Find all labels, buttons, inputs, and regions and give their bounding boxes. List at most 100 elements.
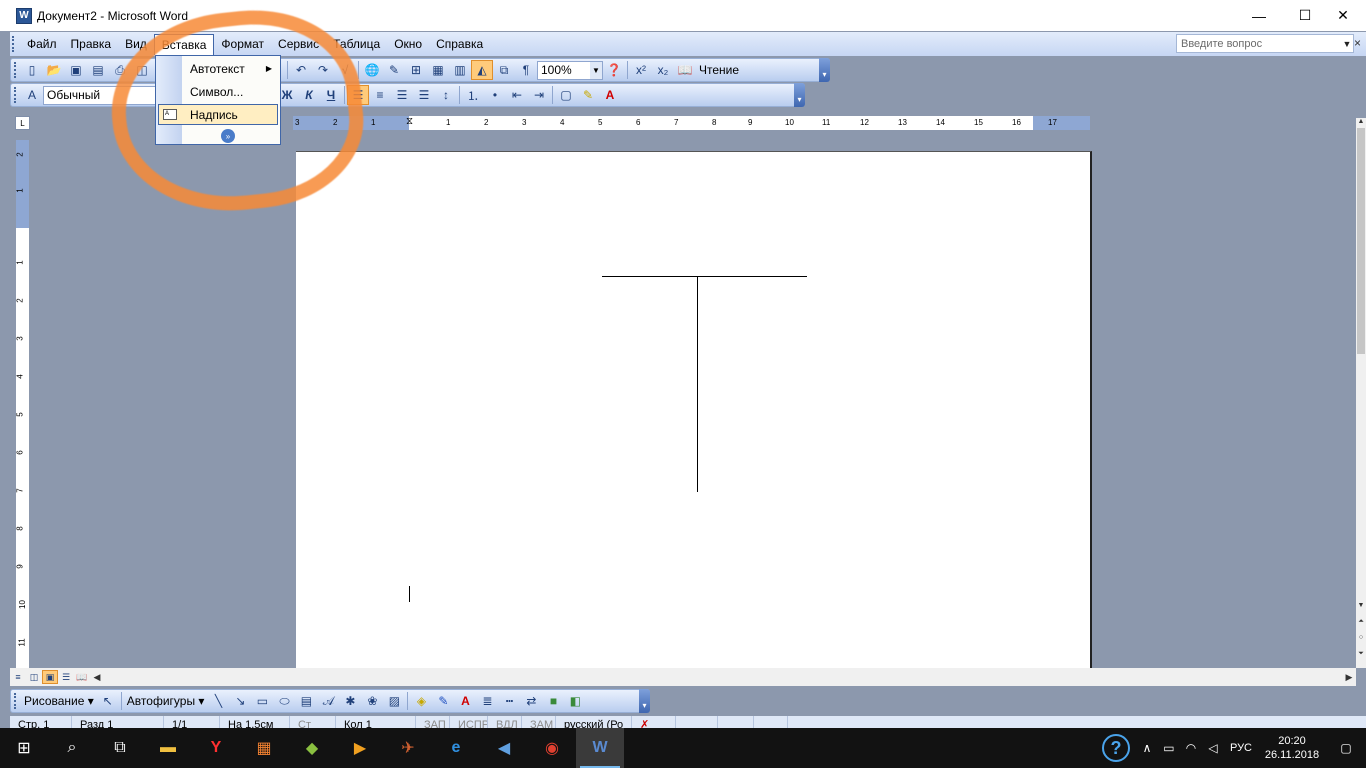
task-view-icon[interactable]: ⧉	[96, 728, 144, 768]
line-spacing-icon[interactable]: ↕	[435, 85, 457, 105]
menu-format[interactable]: Формат	[214, 34, 271, 54]
table-horizontal-line[interactable]	[602, 276, 807, 277]
yandex-browser-icon[interactable]: Y	[192, 728, 240, 768]
menu-view[interactable]: Вид	[118, 34, 154, 54]
columns-icon[interactable]: ▥	[449, 60, 471, 80]
toolbar-grip[interactable]	[12, 36, 16, 52]
toolbar-options-icon[interactable]: ▾	[639, 689, 650, 713]
menu-tools[interactable]: Сервис	[271, 34, 326, 54]
redo-icon[interactable]: ↷	[312, 60, 334, 80]
shadow-icon[interactable]: ■	[542, 691, 564, 711]
drawing-menu-button[interactable]: Рисование ▾	[21, 694, 97, 708]
scroll-down-icon[interactable]: ▼	[1356, 602, 1366, 609]
italic-button[interactable]: К	[298, 85, 320, 105]
game-app-icon[interactable]: ✈	[384, 728, 432, 768]
insert-equation-icon[interactable]: √	[334, 60, 356, 80]
print-layout-icon[interactable]: ▣	[42, 670, 58, 684]
chevron-up-icon[interactable]: ∧	[1136, 741, 1158, 755]
rectangle-icon[interactable]: ▭	[251, 691, 273, 711]
volume-app-icon[interactable]: ◀	[480, 728, 528, 768]
chevron-down-icon[interactable]: ▼	[1341, 35, 1353, 52]
menu-item-autotext[interactable]: Автотекст ▶	[156, 57, 280, 80]
decrease-indent-icon[interactable]: ⇤	[506, 85, 528, 105]
close-button[interactable]: ✕	[1320, 0, 1366, 31]
line-color-icon[interactable]: ✎	[432, 691, 454, 711]
document-map-icon[interactable]: ⧉	[493, 60, 515, 80]
scroll-up-icon[interactable]: ▲	[1356, 118, 1366, 125]
oval-icon[interactable]: ⬭	[273, 691, 295, 711]
previous-page-icon[interactable]: ⏶	[1356, 618, 1366, 626]
insert-table-icon[interactable]: ⊞	[405, 60, 427, 80]
toolbar-options-icon[interactable]: ▾	[819, 58, 830, 82]
insert-picture-icon[interactable]: ▨	[383, 691, 405, 711]
menu-insert[interactable]: Вставка	[153, 33, 215, 55]
align-left-icon[interactable]: ☰	[347, 85, 369, 105]
chevron-down-icon[interactable]: ▼	[590, 61, 602, 79]
next-page-icon[interactable]: ⏷	[1356, 650, 1366, 658]
new-document-icon[interactable]: ▯	[21, 60, 43, 80]
help-question-box[interactable]: Введите вопрос ▼	[1176, 34, 1354, 53]
wordart-icon[interactable]: 𝒜	[317, 691, 339, 711]
clipart-icon[interactable]: ❀	[361, 691, 383, 711]
justify-icon[interactable]: ☰	[413, 85, 435, 105]
align-center-icon[interactable]: ≡	[369, 85, 391, 105]
autoshapes-button[interactable]: Автофигуры ▾	[124, 694, 208, 708]
undo-icon[interactable]: ↶	[290, 60, 312, 80]
menu-table[interactable]: Таблица	[326, 34, 387, 54]
menu-file[interactable]: Файл	[20, 34, 64, 54]
speaker-icon[interactable]: ◁	[1202, 741, 1224, 755]
vertical-scrollbar[interactable]: ▲ ▼ ⏶ ○ ⏷	[1356, 118, 1366, 668]
edge-browser-icon[interactable]: e	[432, 728, 480, 768]
toolbar-grip[interactable]	[14, 693, 18, 709]
save-icon[interactable]: ▣	[65, 60, 87, 80]
clock[interactable]: 20:20 26.11.2018	[1258, 734, 1326, 762]
subscript-button[interactable]: x₂	[652, 60, 674, 80]
font-color-icon[interactable]: A	[454, 691, 476, 711]
zoom-combo[interactable]: 100% ▼	[537, 60, 603, 80]
menu-edit[interactable]: Правка	[64, 34, 119, 54]
fill-color-icon[interactable]: ◈	[410, 691, 432, 711]
3d-style-icon[interactable]: ◧	[564, 691, 586, 711]
help-tray-icon[interactable]: ?	[1101, 734, 1130, 762]
expand-chevrons-icon[interactable]: »	[221, 129, 235, 143]
bullets-icon[interactable]: •	[484, 85, 506, 105]
close-document-button[interactable]: ×	[1354, 36, 1366, 50]
underline-button[interactable]: Ч	[320, 85, 342, 105]
minimize-button[interactable]: —	[1236, 0, 1282, 31]
notifications-icon[interactable]: ▢	[1326, 741, 1366, 755]
word-taskbar-icon[interactable]: W	[576, 728, 624, 768]
wifi-icon[interactable]: ◠	[1180, 741, 1202, 755]
menu-item-textbox[interactable]: A Надпись	[158, 104, 278, 125]
web-view-icon[interactable]: ◫	[26, 670, 42, 684]
borders-icon[interactable]: ▢	[555, 85, 577, 105]
browse-object-icon[interactable]: ○	[1356, 634, 1366, 641]
tab-selector[interactable]: L	[15, 116, 30, 130]
help-icon[interactable]: ❓	[603, 60, 625, 80]
scroll-right-icon[interactable]: ▶	[1342, 672, 1356, 683]
battery-icon[interactable]: ▭	[1158, 741, 1180, 755]
diagram-icon[interactable]: ✱	[339, 691, 361, 711]
font-color-icon[interactable]: A	[599, 85, 621, 105]
permission-icon[interactable]: ▤	[87, 60, 109, 80]
menu-item-symbol[interactable]: Символ...	[156, 80, 280, 103]
table-vertical-line[interactable]	[697, 276, 698, 492]
windows-start-icon[interactable]: ⊞	[0, 728, 48, 768]
toolbar-grip[interactable]	[14, 87, 18, 103]
increase-indent-icon[interactable]: ⇥	[528, 85, 550, 105]
open-folder-icon[interactable]: 📂	[43, 60, 65, 80]
indent-marker-icon[interactable]: ⧖	[406, 116, 413, 127]
print-preview-icon[interactable]: ◫	[131, 60, 153, 80]
insert-excel-icon[interactable]: ▦	[427, 60, 449, 80]
arrow-style-icon[interactable]: ⇄	[520, 691, 542, 711]
word-app-icon[interactable]: W	[16, 7, 32, 24]
superscript-button[interactable]: x²	[630, 60, 652, 80]
align-right-icon[interactable]: ☰	[391, 85, 413, 105]
styles-pane-icon[interactable]: A	[21, 85, 43, 105]
search-icon[interactable]: ⌕	[48, 728, 96, 768]
media-player-icon[interactable]: ▶	[336, 728, 384, 768]
dash-style-icon[interactable]: ┅	[498, 691, 520, 711]
menu-expand[interactable]: »	[156, 126, 280, 146]
hp-app-icon[interactable]: ◆	[288, 728, 336, 768]
horizontal-ruler[interactable]: 3 2 1 ⧖ 1 2 3 4 5 6 7 8 9 10 11 12 13 14…	[293, 116, 1090, 130]
select-objects-icon[interactable]: ↖	[97, 691, 119, 711]
